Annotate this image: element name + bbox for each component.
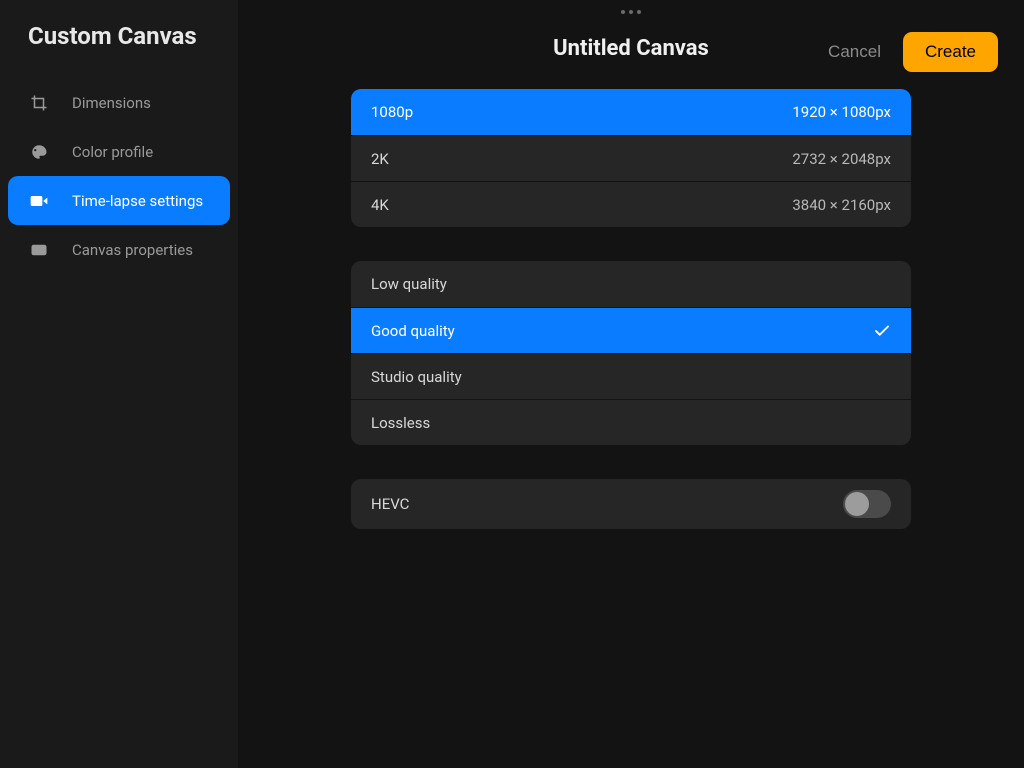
sidebar: Custom Canvas Dimensions Color profile (0, 0, 238, 768)
sidebar-item-time-lapse[interactable]: Time-lapse settings (8, 176, 230, 225)
sidebar-item-canvas-properties[interactable]: Canvas properties (8, 225, 230, 274)
sidebar-title: Custom Canvas (0, 22, 238, 78)
sidebar-item-label: Dimensions (72, 94, 151, 112)
resolution-value: 2732 × 2048px (792, 150, 891, 168)
header: Untitled Canvas Cancel Create (238, 36, 1024, 61)
quality-group: Low quality Good quality Studio quality … (351, 261, 911, 445)
waveform-icon (28, 239, 50, 261)
header-actions: Cancel Create (828, 32, 998, 72)
create-button[interactable]: Create (903, 32, 998, 72)
quality-option-good[interactable]: Good quality (351, 307, 911, 353)
resolution-group: 1080p 1920 × 1080px 2K 2732 × 2048px 4K … (351, 89, 911, 227)
main-panel: Untitled Canvas Cancel Create 1080p 1920… (238, 0, 1024, 768)
sidebar-item-color-profile[interactable]: Color profile (8, 127, 230, 176)
resolution-label: 4K (371, 196, 389, 214)
settings-content: 1080p 1920 × 1080px 2K 2732 × 2048px 4K … (351, 89, 911, 529)
hevc-row: HEVC (351, 479, 911, 529)
sidebar-item-label: Color profile (72, 143, 153, 161)
quality-label: Good quality (371, 322, 455, 340)
sidebar-item-label: Canvas properties (72, 241, 193, 259)
drag-handle-icon[interactable] (621, 10, 641, 14)
resolution-label: 2K (371, 150, 389, 168)
palette-icon (28, 141, 50, 163)
quality-label: Low quality (371, 275, 447, 293)
resolution-option-1080p[interactable]: 1080p 1920 × 1080px (351, 89, 911, 135)
quality-option-lossless[interactable]: Lossless (351, 399, 911, 445)
sidebar-item-label: Time-lapse settings (72, 192, 203, 210)
resolution-value: 3840 × 2160px (792, 196, 891, 214)
sidebar-item-dimensions[interactable]: Dimensions (8, 78, 230, 127)
resolution-option-2k[interactable]: 2K 2732 × 2048px (351, 135, 911, 181)
resolution-value: 1920 × 1080px (792, 103, 891, 121)
hevc-label: HEVC (371, 495, 409, 513)
hevc-toggle[interactable] (843, 490, 891, 518)
quality-label: Studio quality (371, 368, 462, 386)
video-icon (28, 190, 50, 212)
quality-option-studio[interactable]: Studio quality (351, 353, 911, 399)
cancel-button[interactable]: Cancel (828, 42, 881, 62)
crop-icon (28, 92, 50, 114)
check-icon (873, 322, 891, 340)
resolution-option-4k[interactable]: 4K 3840 × 2160px (351, 181, 911, 227)
page-title: Untitled Canvas (553, 36, 709, 61)
resolution-label: 1080p (371, 103, 413, 121)
quality-label: Lossless (371, 414, 430, 432)
toggle-knob (845, 492, 869, 516)
quality-option-low[interactable]: Low quality (351, 261, 911, 307)
